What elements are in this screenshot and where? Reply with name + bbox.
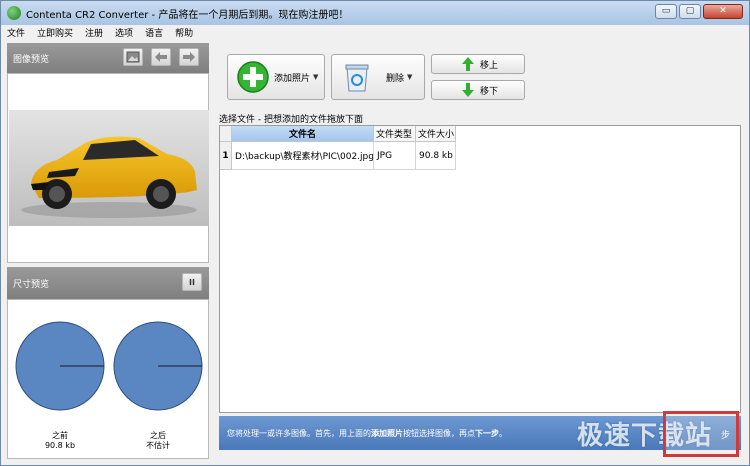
move-up-label: 移上 xyxy=(480,60,499,71)
size-preview-area: 之前 90.8 kb 之后 不估计 xyxy=(7,299,209,459)
recycle-bin-icon xyxy=(345,64,369,92)
delete-button[interactable]: 删除 ▼ xyxy=(331,54,425,100)
menu-file[interactable]: 文件 xyxy=(1,26,31,39)
size-preview-header: 尺寸预览 II xyxy=(7,267,209,299)
pause-icon: II xyxy=(189,277,195,287)
size-after-pie xyxy=(113,321,203,411)
pause-button[interactable]: II xyxy=(182,273,202,291)
prev-image-button[interactable] xyxy=(151,48,171,66)
size-before-caption: 之前 90.8 kb xyxy=(14,431,106,451)
chevron-down-icon: ▼ xyxy=(407,73,413,81)
size-before-pie xyxy=(15,321,105,411)
status-text-2: 按钮选择图像，再点 xyxy=(403,428,475,438)
car-photo xyxy=(9,110,209,226)
move-up-button[interactable]: 移上 xyxy=(431,54,525,74)
arrow-up-icon xyxy=(462,57,474,71)
arrow-right-icon xyxy=(183,52,195,62)
next-image-button[interactable] xyxy=(179,48,199,66)
add-photo-label: 添加照片 xyxy=(274,73,311,84)
minimize-icon: ▭ xyxy=(661,6,671,16)
status-text-bold-2: 下一步 xyxy=(475,428,499,438)
menu-register[interactable]: 注册 xyxy=(79,26,109,39)
chevron-down-icon: ▼ xyxy=(313,73,319,81)
table-cell-type[interactable]: JPG xyxy=(374,142,416,170)
size-before-label: 之前 xyxy=(52,431,68,440)
image-tool-button[interactable] xyxy=(123,48,143,66)
move-down-button[interactable]: 移下 xyxy=(431,80,525,100)
table-cell-name[interactable]: D:\backup\教程素材\PIC\002.jpg xyxy=(232,142,374,170)
image-preview-title: 图像预览 xyxy=(13,54,50,65)
file-table[interactable]: 文件名 文件类型 文件大小 1 D:\backup\教程素材\PIC\002.j… xyxy=(219,125,741,413)
size-preview-title: 尺寸预览 xyxy=(13,279,50,290)
size-after-value: 不估计 xyxy=(146,441,170,450)
column-header-size[interactable]: 文件大小 xyxy=(416,126,456,142)
add-icon xyxy=(237,61,269,93)
arrow-left-icon xyxy=(155,52,167,62)
app-window: Contenta CR2 Converter - 产品将在一个月期后到期。现在购… xyxy=(0,0,750,466)
drop-hint: 选择文件 - 把想添加的文件拖放下面 xyxy=(219,115,363,125)
status-text-3: 。 xyxy=(499,428,507,438)
status-text-1: 您将处理一或许多图像。首先，用上面的 xyxy=(227,428,371,438)
minimize-button[interactable]: ▭ xyxy=(655,4,677,19)
table-corner xyxy=(220,126,232,142)
table-cell-size[interactable]: 90.8 kb xyxy=(416,142,456,170)
window-controls: ▭ ▢ ✕ xyxy=(655,4,743,19)
menu-bar: 文件 立即购买 注册 选项 语言 帮助 xyxy=(1,25,749,39)
image-preview-header: 图像预览 xyxy=(7,43,209,73)
image-icon xyxy=(126,51,140,63)
column-header-name[interactable]: 文件名 xyxy=(232,126,374,142)
next-step-button[interactable]: 步 xyxy=(663,411,739,457)
arrow-down-icon xyxy=(462,83,474,97)
size-after-label: 之后 xyxy=(150,431,166,440)
image-preview-area xyxy=(7,73,209,263)
close-button[interactable]: ✕ xyxy=(703,4,743,19)
size-after-caption: 之后 不估计 xyxy=(112,431,204,451)
menu-buy[interactable]: 立即购买 xyxy=(31,26,79,39)
table-row-number[interactable]: 1 xyxy=(220,142,232,170)
restore-icon: ▢ xyxy=(685,6,695,16)
menu-options[interactable]: 选项 xyxy=(109,26,139,39)
window-title: Contenta CR2 Converter - 产品将在一个月期后到期。现在购… xyxy=(26,9,349,21)
add-photo-button[interactable]: 添加照片 ▼ xyxy=(227,54,325,100)
status-text-bold-1: 添加照片 xyxy=(371,428,403,438)
delete-label: 删除 xyxy=(386,73,405,84)
size-before-value: 90.8 kb xyxy=(44,441,76,450)
close-icon: ✕ xyxy=(719,6,727,16)
next-step-label: 步 xyxy=(720,430,730,441)
restore-button[interactable]: ▢ xyxy=(679,4,701,19)
title-bar: Contenta CR2 Converter - 产品将在一个月期后到期。现在购… xyxy=(1,1,749,25)
app-icon xyxy=(7,6,21,20)
column-header-type[interactable]: 文件类型 xyxy=(374,126,416,142)
menu-help[interactable]: 帮助 xyxy=(169,26,199,39)
move-down-label: 移下 xyxy=(480,86,499,97)
menu-language[interactable]: 语言 xyxy=(139,26,169,39)
